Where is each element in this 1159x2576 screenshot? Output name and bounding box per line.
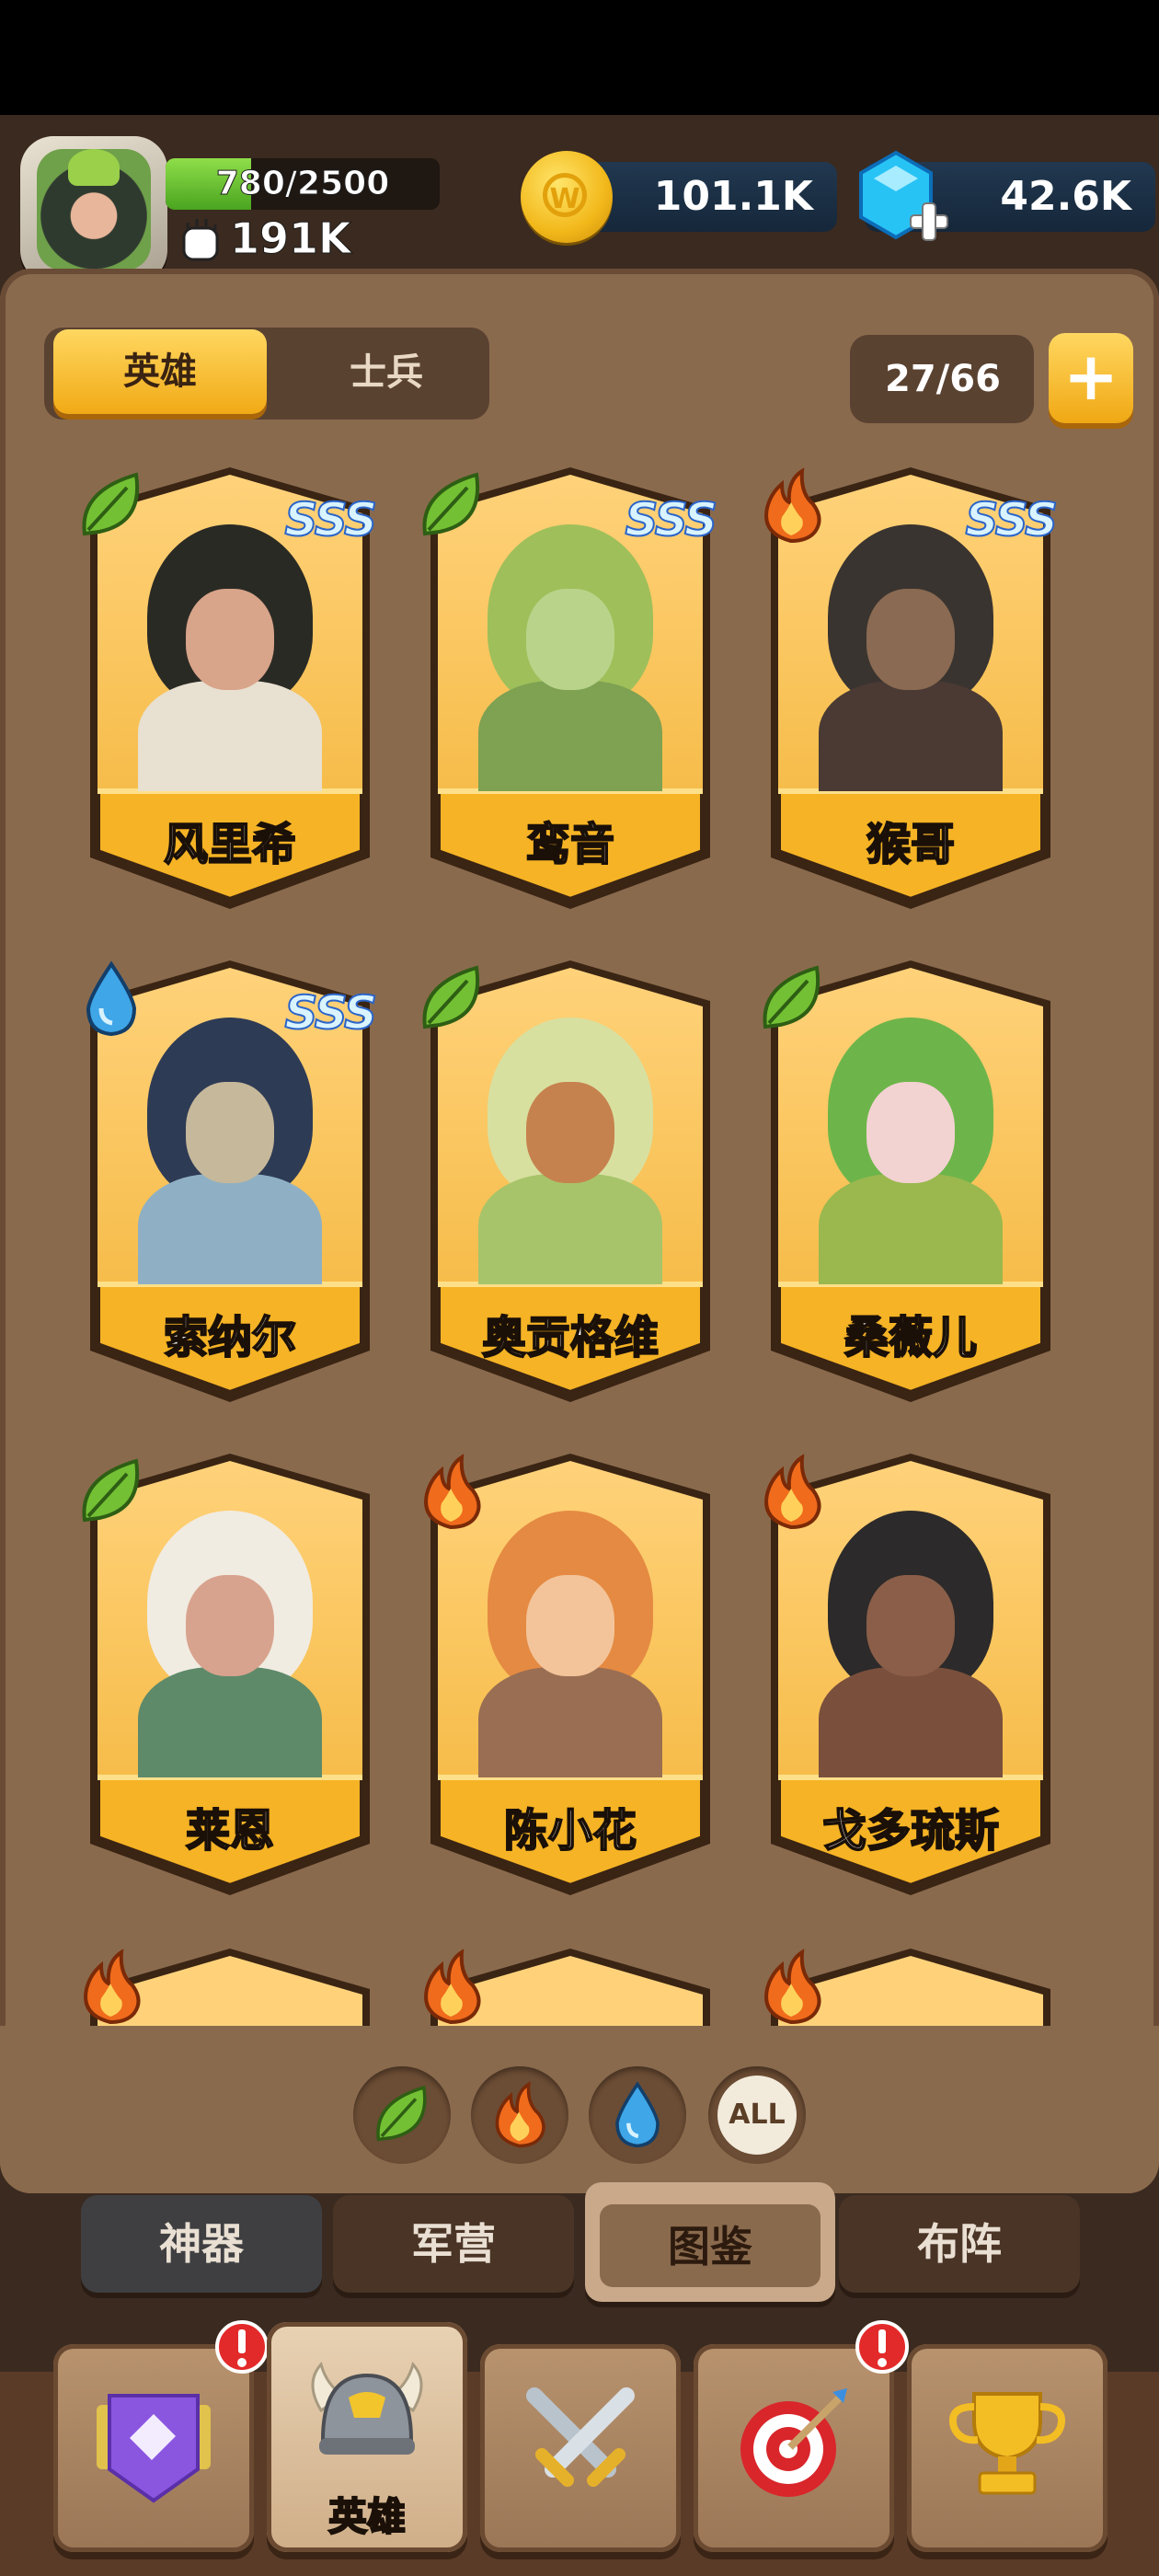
xp-text: 780/2500 xyxy=(215,165,390,203)
power-value: 191K xyxy=(230,213,352,264)
element-filter-bar xyxy=(0,2026,1159,2193)
tab-hero[interactable]: 英雄 xyxy=(53,329,267,414)
collection-count: 27/66 xyxy=(850,335,1034,423)
fire-element-icon xyxy=(84,1949,141,2025)
hero-portrait xyxy=(782,1008,1039,1284)
hero-name: 猴哥 xyxy=(866,818,956,871)
fire-element-icon xyxy=(424,1949,481,2025)
add-slot-button[interactable]: + xyxy=(1049,333,1133,423)
nav-hero-button[interactable]: 英雄 xyxy=(267,2322,467,2552)
leaf-element-icon xyxy=(422,965,480,1029)
rank-badge: SSS xyxy=(284,985,378,1041)
filter-all-button[interactable]: ALL xyxy=(708,2066,806,2164)
hero-card-partial[interactable] xyxy=(423,1941,717,2026)
water-element-icon xyxy=(615,2081,660,2148)
nav-battle-button[interactable] xyxy=(480,2344,681,2552)
hero-card[interactable]: 陈小花 xyxy=(423,1446,717,1906)
player-avatar[interactable] xyxy=(20,136,167,283)
hero-card[interactable]: SSS 索纳尔 xyxy=(83,953,378,1413)
hero-card-partial[interactable] xyxy=(83,1941,377,2026)
filter-fire-button[interactable] xyxy=(471,2066,568,2164)
tab-formation[interactable]: 布阵 xyxy=(839,2195,1080,2293)
hero-portrait xyxy=(101,515,359,791)
sub-tab-bar: 神器 军营 图鉴 布阵 xyxy=(74,2182,1085,2307)
crossed-swords-icon xyxy=(526,2387,635,2487)
leaf-element-icon xyxy=(422,472,480,536)
hero-card[interactable]: SSS 鸾音 xyxy=(422,460,718,920)
hero-card[interactable]: 奥贡格维 xyxy=(422,953,717,1413)
hero-card[interactable]: 桑薇儿 xyxy=(763,953,1058,1413)
filter-water-button[interactable] xyxy=(589,2066,686,2164)
hero-name: 风里希 xyxy=(163,818,297,871)
hero-name: 桑薇儿 xyxy=(843,1311,978,1364)
fire-element-icon xyxy=(764,467,821,544)
notification-badge-icon xyxy=(215,2320,269,2374)
gold-coin-icon: W xyxy=(521,151,613,243)
fire-element-icon xyxy=(764,1949,821,2025)
water-element-icon xyxy=(86,960,137,1037)
gem-add-icon[interactable] xyxy=(854,149,949,252)
hero-grid-overflow xyxy=(64,1941,1095,2026)
filter-leaf-button[interactable] xyxy=(353,2066,451,2164)
hero-portrait xyxy=(442,515,699,791)
gold-value: 101.1K xyxy=(653,173,813,220)
hero-portrait xyxy=(782,515,1039,791)
hero-portrait xyxy=(442,1008,699,1284)
tab-codex[interactable]: 图鉴 xyxy=(585,2182,835,2302)
target-dart-icon xyxy=(740,2388,847,2497)
filter-all-label: ALL xyxy=(717,2076,797,2155)
status-bar xyxy=(0,0,1159,115)
leaf-element-icon xyxy=(763,965,820,1029)
rank-badge: SSS xyxy=(625,492,718,547)
hero-portrait xyxy=(101,1501,359,1777)
hero-name: 奥贡格维 xyxy=(481,1311,660,1364)
tab-soldier[interactable]: 士兵 xyxy=(294,331,478,414)
leaf-element-icon xyxy=(82,472,140,536)
rank-badge: SSS xyxy=(965,492,1059,547)
shield-sword-icon xyxy=(97,2394,211,2503)
leaf-element-icon xyxy=(376,2085,427,2142)
hero-card[interactable]: SSS 风里希 xyxy=(82,460,378,920)
hero-name: 莱恩 xyxy=(185,1804,275,1857)
hero-name: 鸾音 xyxy=(525,818,615,871)
viking-helmet-icon xyxy=(311,2361,423,2455)
hero-card-partial[interactable] xyxy=(763,1941,1058,2026)
hero-card[interactable]: 莱恩 xyxy=(82,1446,377,1906)
leaf-element-icon xyxy=(82,1458,140,1523)
notification-badge-icon xyxy=(855,2320,909,2374)
trophy-icon xyxy=(949,2392,1065,2495)
nav-trophy-button[interactable] xyxy=(907,2344,1107,2552)
hero-portrait xyxy=(442,1501,699,1777)
avatar-headdress xyxy=(68,149,120,186)
power-fist-icon xyxy=(182,219,219,261)
hero-name: 陈小花 xyxy=(503,1804,637,1857)
hero-name: 索纳尔 xyxy=(163,1311,297,1364)
gem-value: 42.6K xyxy=(1000,173,1131,220)
tab-barracks[interactable]: 军营 xyxy=(333,2195,574,2293)
hero-portrait xyxy=(782,1501,1039,1777)
tab-artifact[interactable]: 神器 xyxy=(81,2195,322,2293)
hero-portrait xyxy=(101,1008,359,1284)
nav-hero-label: 英雄 xyxy=(327,2493,407,2540)
rank-badge: SSS xyxy=(284,492,378,547)
fire-element-icon xyxy=(764,1454,821,1530)
hero-name: 戈多琉斯 xyxy=(821,1804,1000,1857)
fire-element-icon xyxy=(495,2081,545,2148)
fire-element-icon xyxy=(424,1454,481,1530)
tab-codex-label: 图鉴 xyxy=(668,2222,752,2271)
hero-card[interactable]: 戈多琉斯 xyxy=(763,1446,1058,1906)
hero-card[interactable]: SSS 猴哥 xyxy=(763,460,1059,920)
